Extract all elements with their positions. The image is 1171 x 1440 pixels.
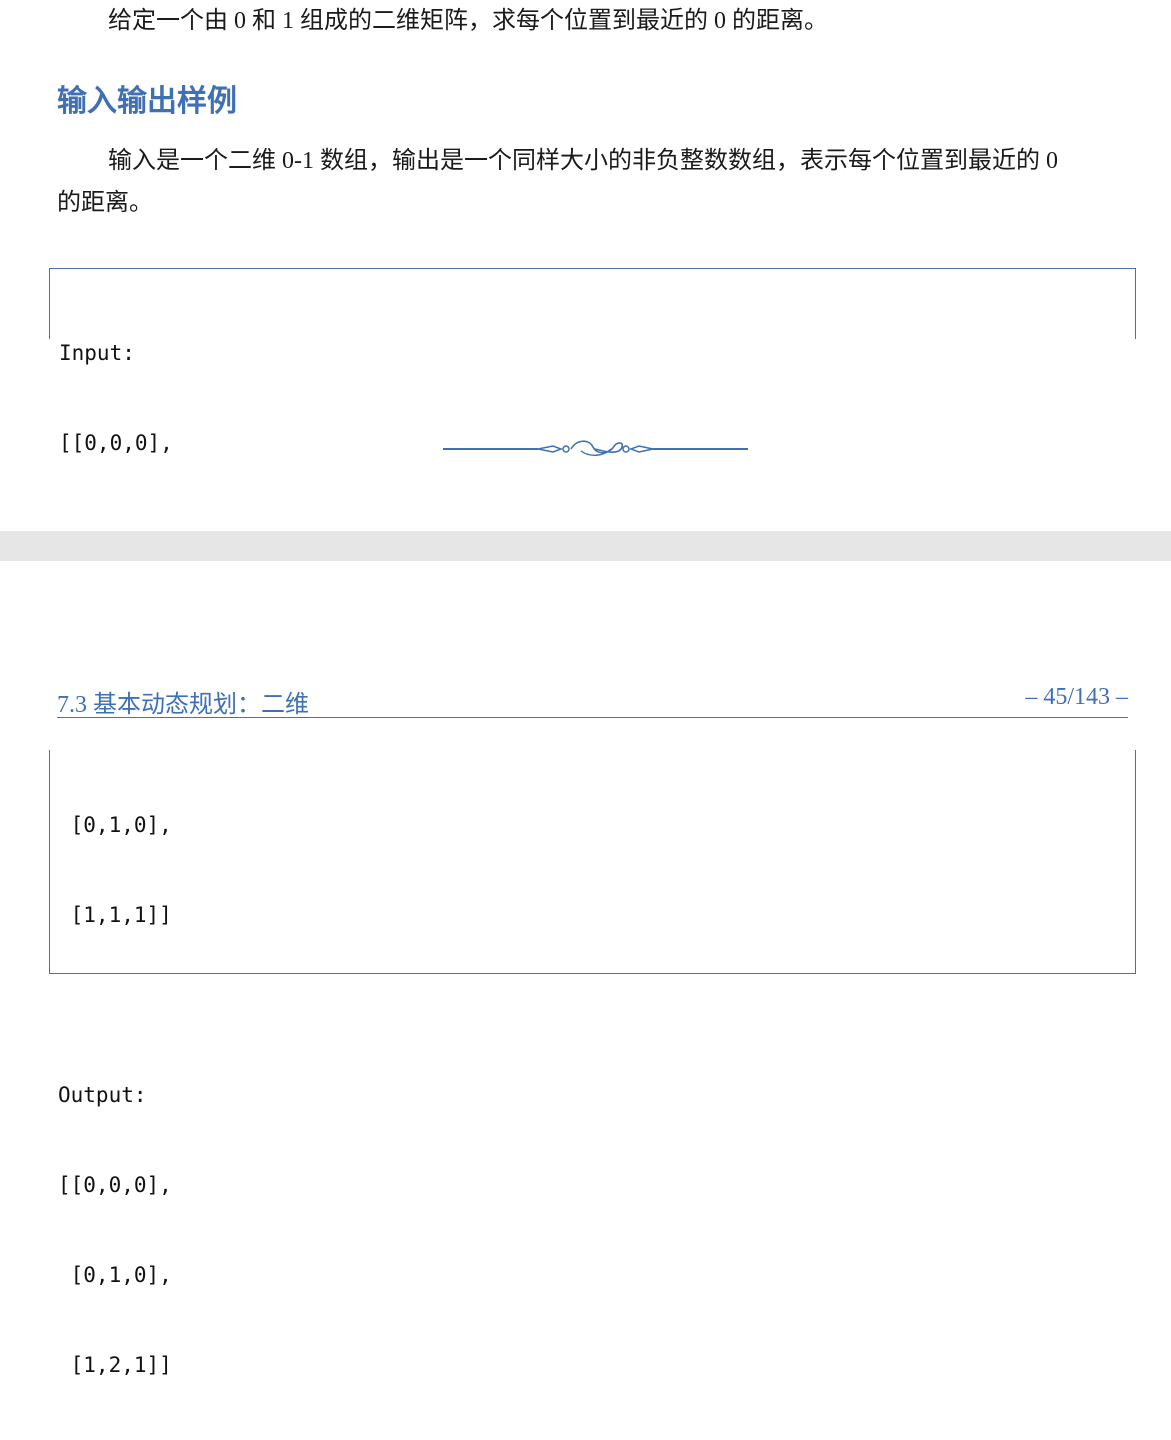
code-line: [0,1,0],	[58, 813, 172, 837]
page-bottom: 7.3 基本动态规划：二维 – 45/143 – [0,1,0], [1,1,1…	[0, 561, 1171, 1377]
code-line: Input:	[59, 341, 135, 365]
code-line: [[0,0,0],	[58, 1173, 172, 1197]
problem-statement: 给定一个由 0 和 1 组成的二维矩阵，求每个位置到最近的 0 的距离。	[108, 8, 828, 34]
ornament-divider-icon	[443, 440, 748, 456]
page-top: 给定一个由 0 和 1 组成的二维矩阵，求每个位置到最近的 0 的距离。 输入输…	[0, 0, 1171, 531]
code-line: [1,2,1]]	[58, 1353, 172, 1377]
running-header-section: 7.3 基本动态规划：二维	[57, 692, 309, 718]
code-line: [[0,0,0],	[59, 431, 173, 455]
code-line: [0,1,0],	[58, 1263, 172, 1287]
io-description-line-2: 的距离。	[57, 190, 153, 216]
code-line: Output:	[58, 1083, 147, 1107]
code-block-bottom: [0,1,0], [1,1,1]] Output: [[0,0,0], [0,1…	[49, 750, 1136, 1377]
page-number: – 45/143 –	[1025, 684, 1128, 710]
code-text: [0,1,0], [1,1,1]] Output: [[0,0,0], [0,1…	[58, 750, 172, 1440]
code-line: [1,1,1]]	[58, 903, 172, 927]
page-separator	[0, 531, 1171, 562]
io-description-line-1: 输入是一个二维 0-1 数组，输出是一个同样大小的非负整数数组，表示每个位置到最…	[108, 148, 1058, 174]
code-text: Input: [[0,0,0],	[59, 278, 173, 518]
running-header: 7.3 基本动态规划：二维 – 45/143 –	[57, 684, 1128, 718]
code-block-top: Input: [[0,0,0],	[49, 268, 1136, 455]
section-heading: 输入输出样例	[57, 85, 237, 118]
